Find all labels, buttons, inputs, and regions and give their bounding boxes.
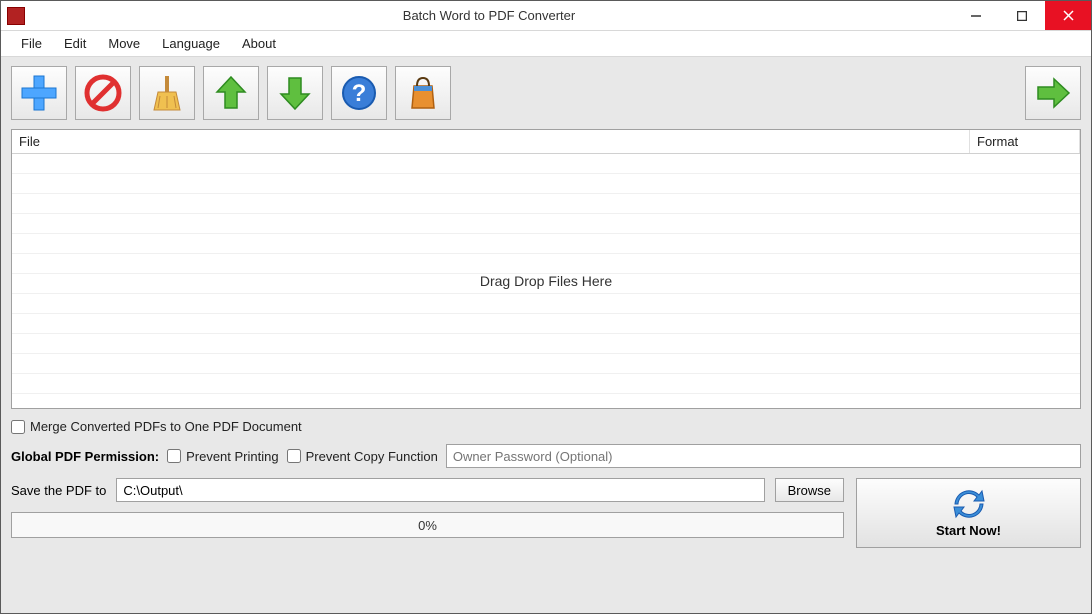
prevent-print-text: Prevent Printing — [186, 449, 279, 464]
permission-label: Global PDF Permission: — [11, 449, 159, 464]
no-entry-icon — [84, 74, 122, 112]
window-title: Batch Word to PDF Converter — [25, 8, 953, 23]
prevent-print-label[interactable]: Prevent Printing — [167, 449, 279, 464]
drop-hint: Drag Drop Files Here — [480, 273, 612, 289]
help-button[interactable]: ? — [331, 66, 387, 120]
titlebar: Batch Word to PDF Converter — [1, 1, 1091, 31]
go-button[interactable] — [1025, 66, 1081, 120]
arrow-down-icon — [276, 74, 314, 112]
col-file[interactable]: File — [12, 130, 970, 153]
menu-about[interactable]: About — [232, 33, 286, 54]
bag-icon — [404, 74, 442, 112]
remove-button[interactable] — [75, 66, 131, 120]
prevent-copy-checkbox[interactable] — [287, 449, 301, 463]
start-button[interactable]: Start Now! — [856, 478, 1081, 548]
shop-button[interactable] — [395, 66, 451, 120]
minimize-button[interactable] — [953, 1, 999, 30]
minimize-icon — [971, 11, 981, 21]
merge-checkbox-label[interactable]: Merge Converted PDFs to One PDF Document — [11, 419, 302, 434]
clear-button[interactable] — [139, 66, 195, 120]
file-list[interactable]: File Format Drag Drop Files Here — [11, 129, 1081, 409]
col-format[interactable]: Format — [970, 130, 1080, 153]
window-controls — [953, 1, 1091, 30]
app-icon — [7, 7, 25, 25]
browse-button[interactable]: Browse — [775, 478, 844, 502]
plus-icon — [20, 74, 58, 112]
arrow-right-icon — [1034, 74, 1072, 112]
broom-icon — [148, 74, 186, 112]
maximize-icon — [1017, 11, 1027, 21]
start-label: Start Now! — [936, 523, 1001, 538]
menu-language[interactable]: Language — [152, 33, 230, 54]
prevent-print-checkbox[interactable] — [167, 449, 181, 463]
menubar: File Edit Move Language About — [1, 31, 1091, 57]
close-button[interactable] — [1045, 1, 1091, 30]
save-path-input[interactable] — [116, 478, 764, 502]
merge-checkbox[interactable] — [11, 420, 25, 434]
list-header: File Format — [12, 130, 1080, 154]
merge-row: Merge Converted PDFs to One PDF Document — [11, 419, 1081, 434]
save-row: Save the PDF to Browse — [11, 478, 844, 502]
owner-password-input[interactable] — [446, 444, 1081, 468]
close-icon — [1063, 10, 1074, 21]
maximize-button[interactable] — [999, 1, 1045, 30]
prevent-copy-label[interactable]: Prevent Copy Function — [287, 449, 438, 464]
svg-text:?: ? — [352, 80, 367, 107]
list-body[interactable]: Drag Drop Files Here — [12, 154, 1080, 408]
app-window: Batch Word to PDF Converter File Edit Mo… — [0, 0, 1092, 614]
menu-edit[interactable]: Edit — [54, 33, 96, 54]
arrow-up-icon — [212, 74, 250, 112]
merge-text: Merge Converted PDFs to One PDF Document — [30, 419, 302, 434]
refresh-icon — [952, 489, 986, 519]
add-button[interactable] — [11, 66, 67, 120]
save-label: Save the PDF to — [11, 483, 106, 498]
permission-row: Global PDF Permission: Prevent Printing … — [11, 444, 1081, 468]
prevent-copy-text: Prevent Copy Function — [306, 449, 438, 464]
progress-text: 0% — [418, 518, 437, 533]
progress-bar: 0% — [11, 512, 844, 538]
toolbar-spacer — [459, 66, 1017, 120]
move-up-button[interactable] — [203, 66, 259, 120]
menu-file[interactable]: File — [11, 33, 52, 54]
move-down-button[interactable] — [267, 66, 323, 120]
bottom-left: Save the PDF to Browse 0% — [11, 478, 844, 538]
toolbar: ? — [1, 57, 1091, 129]
question-icon: ? — [340, 74, 378, 112]
bottom-area: Save the PDF to Browse 0% Start Now! — [11, 478, 1081, 548]
menu-move[interactable]: Move — [98, 33, 150, 54]
